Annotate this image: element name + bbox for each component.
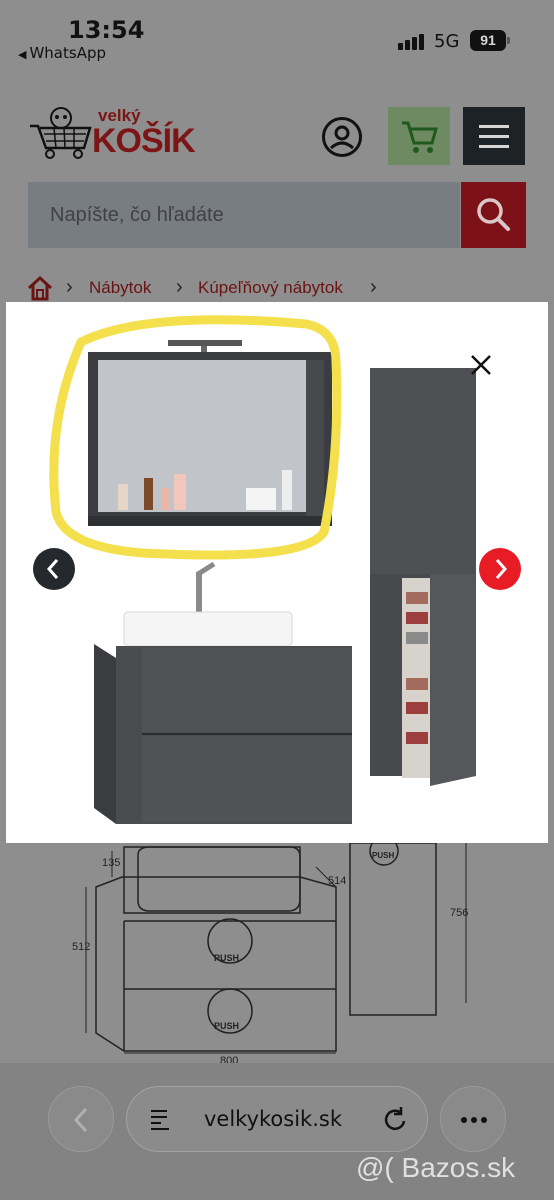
search-button[interactable] xyxy=(461,182,526,248)
close-icon xyxy=(471,355,491,375)
signal-icon xyxy=(398,30,428,50)
reload-icon[interactable] xyxy=(381,1105,409,1133)
breadcrumb-separator-icon: › xyxy=(66,276,73,298)
cart-icon xyxy=(402,121,438,153)
hamburger-icon xyxy=(479,125,509,128)
logo-text-big: KOŠÍK xyxy=(92,122,196,160)
dimension-label: 135 xyxy=(102,857,121,869)
dimension-label: 756 xyxy=(450,907,469,919)
back-triangle-icon: ◀ xyxy=(18,48,27,61)
network-type: 5G xyxy=(434,31,460,52)
product-image-lightbox[interactable] xyxy=(6,302,548,843)
back-app-label: WhatsApp xyxy=(29,44,106,62)
next-image-button[interactable] xyxy=(479,548,521,590)
dimension-label: 514 xyxy=(328,875,347,887)
search-bar xyxy=(28,182,460,248)
product-photo xyxy=(49,315,476,824)
previous-image-button[interactable] xyxy=(33,548,75,590)
watermark: @( Bazos.sk xyxy=(356,1152,516,1183)
site-logo[interactable]: velký KOŠÍK xyxy=(28,102,218,162)
basket-logo-icon xyxy=(30,107,92,159)
push-label: PUSH xyxy=(372,851,395,860)
technical-drawing: 135 514 512 756 800 PUSH PUSH PUSH xyxy=(0,843,554,1067)
close-button[interactable] xyxy=(468,352,496,380)
account-button[interactable] xyxy=(322,117,362,157)
search-icon xyxy=(477,198,510,231)
breadcrumb-separator-icon: › xyxy=(176,276,183,298)
dimension-drawing xyxy=(85,843,467,1054)
search-input[interactable] xyxy=(28,182,460,248)
push-label: PUSH xyxy=(214,1021,240,1031)
back-to-app-link[interactable]: ◀ WhatsApp xyxy=(18,44,106,62)
battery-tip xyxy=(507,37,510,44)
browser-back-button[interactable] xyxy=(48,1086,114,1152)
breadcrumb-item-nabytok[interactable]: Nábytok xyxy=(89,278,151,298)
chevron-left-icon xyxy=(73,1107,88,1133)
more-dots-icon xyxy=(461,1117,487,1123)
battery-icon: 91 xyxy=(470,30,506,51)
menu-button[interactable] xyxy=(463,107,525,165)
reader-icon xyxy=(151,1110,169,1130)
push-label: PUSH xyxy=(214,953,240,963)
user-circle-icon xyxy=(329,125,355,150)
status-time: 13:54 xyxy=(68,16,145,44)
breadcrumb-separator-icon: › xyxy=(370,276,377,298)
more-options-button[interactable] xyxy=(440,1086,506,1152)
status-bar: 13:54 ◀ WhatsApp 5G 91 xyxy=(0,0,554,84)
cart-button[interactable] xyxy=(388,107,450,165)
url-text: velkykosik.sk xyxy=(204,1107,342,1131)
home-icon[interactable] xyxy=(26,274,54,302)
breadcrumb: › Nábytok › Kúpeľňový nábytok › xyxy=(26,270,546,306)
dimension-label: 512 xyxy=(72,941,91,953)
breadcrumb-item-kupelnovy[interactable]: Kúpeľňový nábytok xyxy=(198,278,343,298)
chevron-right-icon xyxy=(495,559,508,579)
chevron-left-icon xyxy=(46,559,59,579)
